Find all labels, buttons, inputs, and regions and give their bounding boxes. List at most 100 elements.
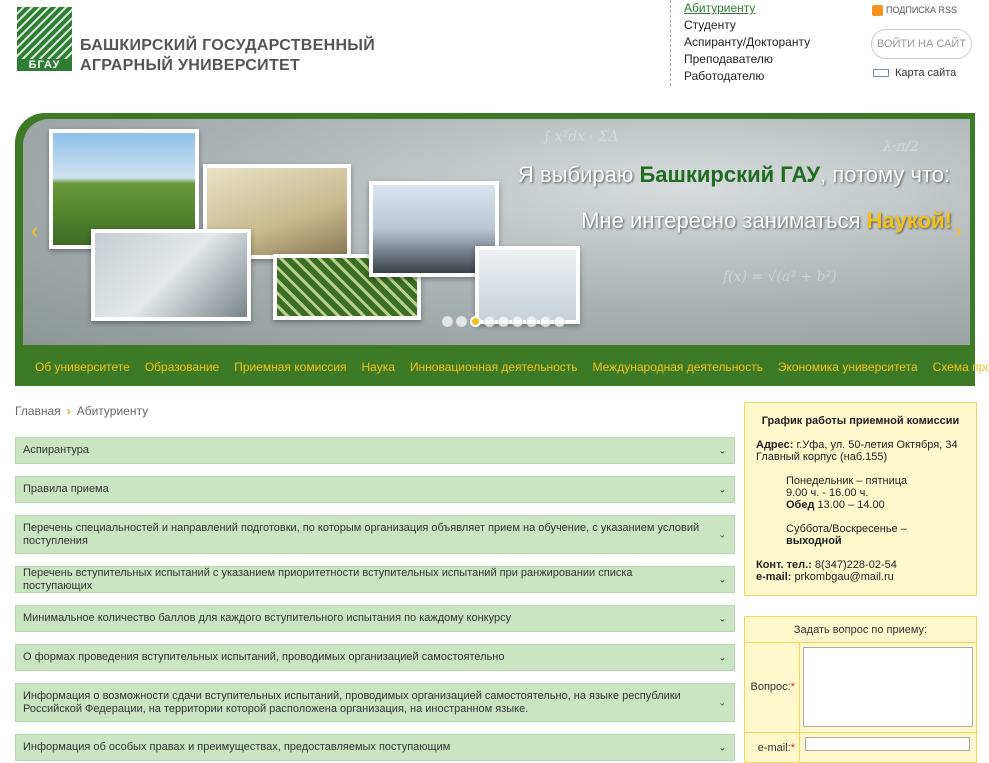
- menu-item-directions[interactable]: Схема проезда: [933, 360, 989, 374]
- breadcrumb-home[interactable]: Главная: [15, 404, 61, 418]
- breadcrumb-separator-icon: ›: [66, 404, 71, 418]
- required-mark: *: [790, 742, 795, 754]
- accordion-item-minimum-scores[interactable]: Минимальное количество баллов для каждог…: [15, 605, 735, 632]
- slide-caption-line1: Я выбираю Башкирский ГАУ, потому что:: [518, 162, 950, 188]
- question-label-text: Вопрос:: [750, 681, 791, 693]
- slider-dot[interactable]: [526, 316, 537, 327]
- sitemap-link[interactable]: Карта сайта: [873, 67, 956, 79]
- email-input[interactable]: [805, 737, 970, 751]
- background-formula: ∫ x²dx · ΣΔ: [543, 129, 619, 145]
- university-logo[interactable]: БГАУ: [17, 7, 72, 71]
- lunch-value: 13.00 – 14.00: [814, 499, 885, 511]
- menu-item-about[interactable]: Об университете: [35, 360, 130, 374]
- email-value[interactable]: prkombgau@mail.ru: [791, 571, 894, 583]
- sitemap-label: Карта сайта: [895, 67, 957, 79]
- slider-prev-arrow-icon[interactable]: ‹: [31, 218, 38, 244]
- accordion-item-admission-rules[interactable]: Правила приема ⌄: [15, 476, 735, 503]
- caption-text: , потому что:: [820, 162, 951, 187]
- menu-item-science[interactable]: Наука: [362, 360, 395, 374]
- banner-slide[interactable]: ∫ x²dx · ΣΔ f(x) = √(a² + b²) λ·π/2 Я вы…: [23, 119, 970, 345]
- phone-value: 8(347)228-02-54: [811, 559, 897, 571]
- caption-highlight: Наукой!: [866, 208, 952, 233]
- audience-link-employer[interactable]: Работодателю: [684, 68, 810, 85]
- menu-item-economics[interactable]: Экономика университета: [778, 360, 918, 374]
- audience-link-teacher[interactable]: Преподавателю: [684, 51, 810, 68]
- rss-label: ПОДПИСКА RSS: [886, 5, 958, 15]
- question-textarea[interactable]: [803, 647, 973, 727]
- email-label: e-mail:: [756, 571, 792, 583]
- slider-dot[interactable]: [456, 316, 467, 327]
- slider-dot[interactable]: [512, 316, 523, 327]
- accordion-item-special-rights[interactable]: Информация об особых правах и преимущест…: [15, 734, 735, 761]
- slider-next-arrow-icon[interactable]: ›: [955, 218, 962, 244]
- slide-caption-line2: Мне интересно заниматься Наукой!: [581, 208, 952, 234]
- email-field-label: e-mail:*: [745, 742, 799, 754]
- breadcrumb: Главная › Абитуриенту: [15, 404, 148, 418]
- chevron-down-icon: ⌄: [718, 484, 726, 494]
- address-label: Адрес:: [756, 439, 794, 451]
- chevron-down-icon: ⌄: [718, 652, 726, 662]
- admission-schedule-box: График работы приемной комиссии Адрес: г…: [744, 402, 977, 596]
- background-formula: λ·π/2: [883, 139, 920, 155]
- chevron-down-icon: ⌄: [718, 742, 726, 752]
- accordion-label: Минимальное количество баллов для каждог…: [23, 612, 512, 624]
- schedule-lunch: Обед 13.00 – 14.00: [756, 499, 965, 511]
- menu-item-international[interactable]: Международная деятельность: [593, 360, 763, 374]
- schedule-weekend-status: выходной: [786, 535, 842, 547]
- login-button[interactable]: ВОЙТИ НА САЙТ: [871, 29, 972, 59]
- schedule-weekdays: Понедельник – пятница: [786, 475, 908, 487]
- caption-highlight: Башкирский ГАУ: [639, 162, 821, 187]
- background-formula: f(x) = √(a² + b²): [723, 269, 837, 285]
- photo-lab-workers: [91, 229, 251, 321]
- question-row: Вопрос:*: [745, 643, 978, 733]
- menu-item-education[interactable]: Образование: [145, 360, 219, 374]
- slider-dot[interactable]: [470, 316, 481, 327]
- address-value: г.Уфа, ул. 50-летия Октября, 34: [793, 439, 958, 451]
- lunch-label: Обед: [786, 499, 815, 511]
- accordion-item-specialties[interactable]: Перечень специальностей и направлений по…: [15, 515, 735, 554]
- question-form-title: Задать вопрос по приему:: [745, 617, 976, 643]
- chevron-down-icon: ⌄: [718, 445, 726, 455]
- schedule-title: График работы приемной комиссии: [761, 415, 960, 427]
- chevron-down-icon: ⌄: [718, 574, 726, 584]
- schedule-email: e-mail: prkombgau@mail.ru: [756, 571, 965, 583]
- rss-subscribe-link[interactable]: ПОДПИСКА RSS: [872, 5, 958, 17]
- slider-dot[interactable]: [442, 316, 453, 327]
- slider-dot[interactable]: [484, 316, 495, 327]
- accordion-item-entrance-tests[interactable]: Перечень вступительных испытаний с указа…: [15, 566, 735, 593]
- schedule-address: Адрес: г.Уфа, ул. 50-летия Октября, 34: [756, 439, 965, 451]
- schedule-weekend: Суббота/Воскресенье –: [786, 523, 907, 535]
- accordion-label: О формах проведения вступительных испыта…: [23, 651, 505, 663]
- photo-lab-flasks: [475, 246, 580, 324]
- accordion-item-postgraduate[interactable]: Аспирантура ⌄: [15, 437, 735, 464]
- caption-text: Мне интересно заниматься: [581, 208, 867, 233]
- accordion-label: Правила приема: [23, 483, 109, 495]
- slider-pagination: [442, 316, 565, 327]
- email-row: e-mail:*: [745, 733, 978, 763]
- slider-dot[interactable]: [554, 316, 565, 327]
- audience-link-postgraduate[interactable]: Аспиранту/Докторанту: [684, 34, 810, 51]
- required-mark: *: [790, 681, 795, 693]
- menu-item-innovation[interactable]: Инновационная деятельность: [410, 360, 578, 374]
- university-name-line1: БАШКИРСКИЙ ГОСУДАРСТВЕННЫЙ: [80, 37, 376, 54]
- email-label-text: e-mail:: [757, 742, 791, 754]
- accordion-label: Информация о возможности сдачи вступител…: [23, 689, 681, 715]
- sitemap-icon: [873, 69, 889, 78]
- chevron-down-icon: ⌄: [718, 529, 726, 539]
- accordion-item-test-forms[interactable]: О формах проведения вступительных испыта…: [15, 644, 735, 671]
- university-name-line2: АГРАРНЫЙ УНИВЕРСИТЕТ: [80, 57, 301, 74]
- slider-dot[interactable]: [498, 316, 509, 327]
- university-name: БАШКИРСКИЙ ГОСУДАРСТВЕННЫЙ АГРАРНЫЙ УНИВ…: [80, 36, 375, 76]
- audience-link-student[interactable]: Студенту: [684, 17, 810, 34]
- slider-dot[interactable]: [540, 316, 551, 327]
- main-menu: Об университете Образование Приемная ком…: [35, 360, 989, 374]
- audience-nav: Абитуриенту Студенту Аспиранту/Докторант…: [670, 0, 810, 86]
- accordion-label: Аспирантура: [23, 444, 90, 456]
- menu-item-admissions[interactable]: Приемная комиссия: [234, 360, 346, 374]
- chevron-down-icon: ⌄: [718, 697, 726, 707]
- accordion-item-test-languages[interactable]: Информация о возможности сдачи вступител…: [15, 683, 735, 722]
- accordion-label: Перечень специальностей и направлений по…: [23, 521, 700, 547]
- accordion-label: Перечень вступительных испытаний с указа…: [23, 566, 633, 592]
- audience-link-applicant[interactable]: Абитуриенту: [684, 0, 810, 17]
- schedule-weekdays-hours: 9.00 ч. - 16.00 ч.: [786, 487, 869, 499]
